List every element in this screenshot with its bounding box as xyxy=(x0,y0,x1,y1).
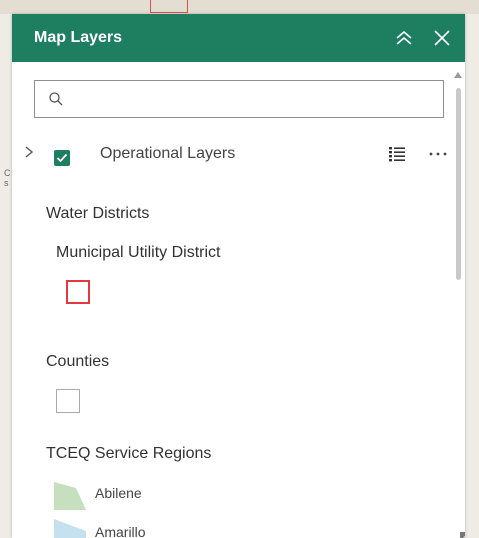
map-strip xyxy=(0,0,479,14)
operational-layers-label: Operational Layers xyxy=(100,145,236,162)
collapse-button[interactable] xyxy=(389,23,419,53)
expand-button[interactable] xyxy=(24,145,34,164)
tceq-service-regions-heading: TCEQ Service Regions xyxy=(46,445,212,462)
scrollbar[interactable] xyxy=(454,72,464,538)
legend-button[interactable] xyxy=(388,145,406,168)
municipal-utility-district-label: Municipal Utility District xyxy=(56,244,221,261)
resize-handle-icon[interactable] xyxy=(458,530,465,538)
panel-title: Map Layers xyxy=(34,29,123,46)
operational-layers-checkbox[interactable] xyxy=(54,150,70,166)
water-districts-heading: Water Districts xyxy=(46,205,150,222)
amarillo-region-label: Amarillo xyxy=(95,524,146,538)
operational-layers-row: Operational Layers xyxy=(12,140,452,170)
more-options-icon xyxy=(429,152,447,156)
legend-list-icon xyxy=(389,147,405,162)
municipal-utility-district-symbol xyxy=(66,280,90,304)
checkmark-icon xyxy=(56,153,68,163)
close-button[interactable] xyxy=(427,23,457,53)
search-icon xyxy=(49,92,63,106)
close-icon xyxy=(434,30,450,46)
panel-header: Map Layers xyxy=(12,14,465,62)
map-feature-marker xyxy=(150,0,188,13)
scroll-up-arrow-icon[interactable] xyxy=(454,72,462,78)
double-chevron-up-icon xyxy=(396,30,412,45)
abilene-region-symbol xyxy=(54,482,86,510)
scrollbar-thumb[interactable] xyxy=(456,88,461,280)
counties-heading: Counties xyxy=(46,353,110,370)
map-layers-panel: Map Layers Operational Layers Water Dist… xyxy=(12,14,465,538)
map-cut-label: Cs xyxy=(4,168,11,188)
search-input[interactable] xyxy=(71,81,443,117)
search-box xyxy=(34,80,444,118)
counties-symbol xyxy=(56,389,80,413)
abilene-region-label: Abilene xyxy=(95,485,142,501)
more-options-button[interactable] xyxy=(428,142,448,167)
chevron-right-icon xyxy=(25,146,34,158)
amarillo-region-symbol xyxy=(54,519,86,538)
